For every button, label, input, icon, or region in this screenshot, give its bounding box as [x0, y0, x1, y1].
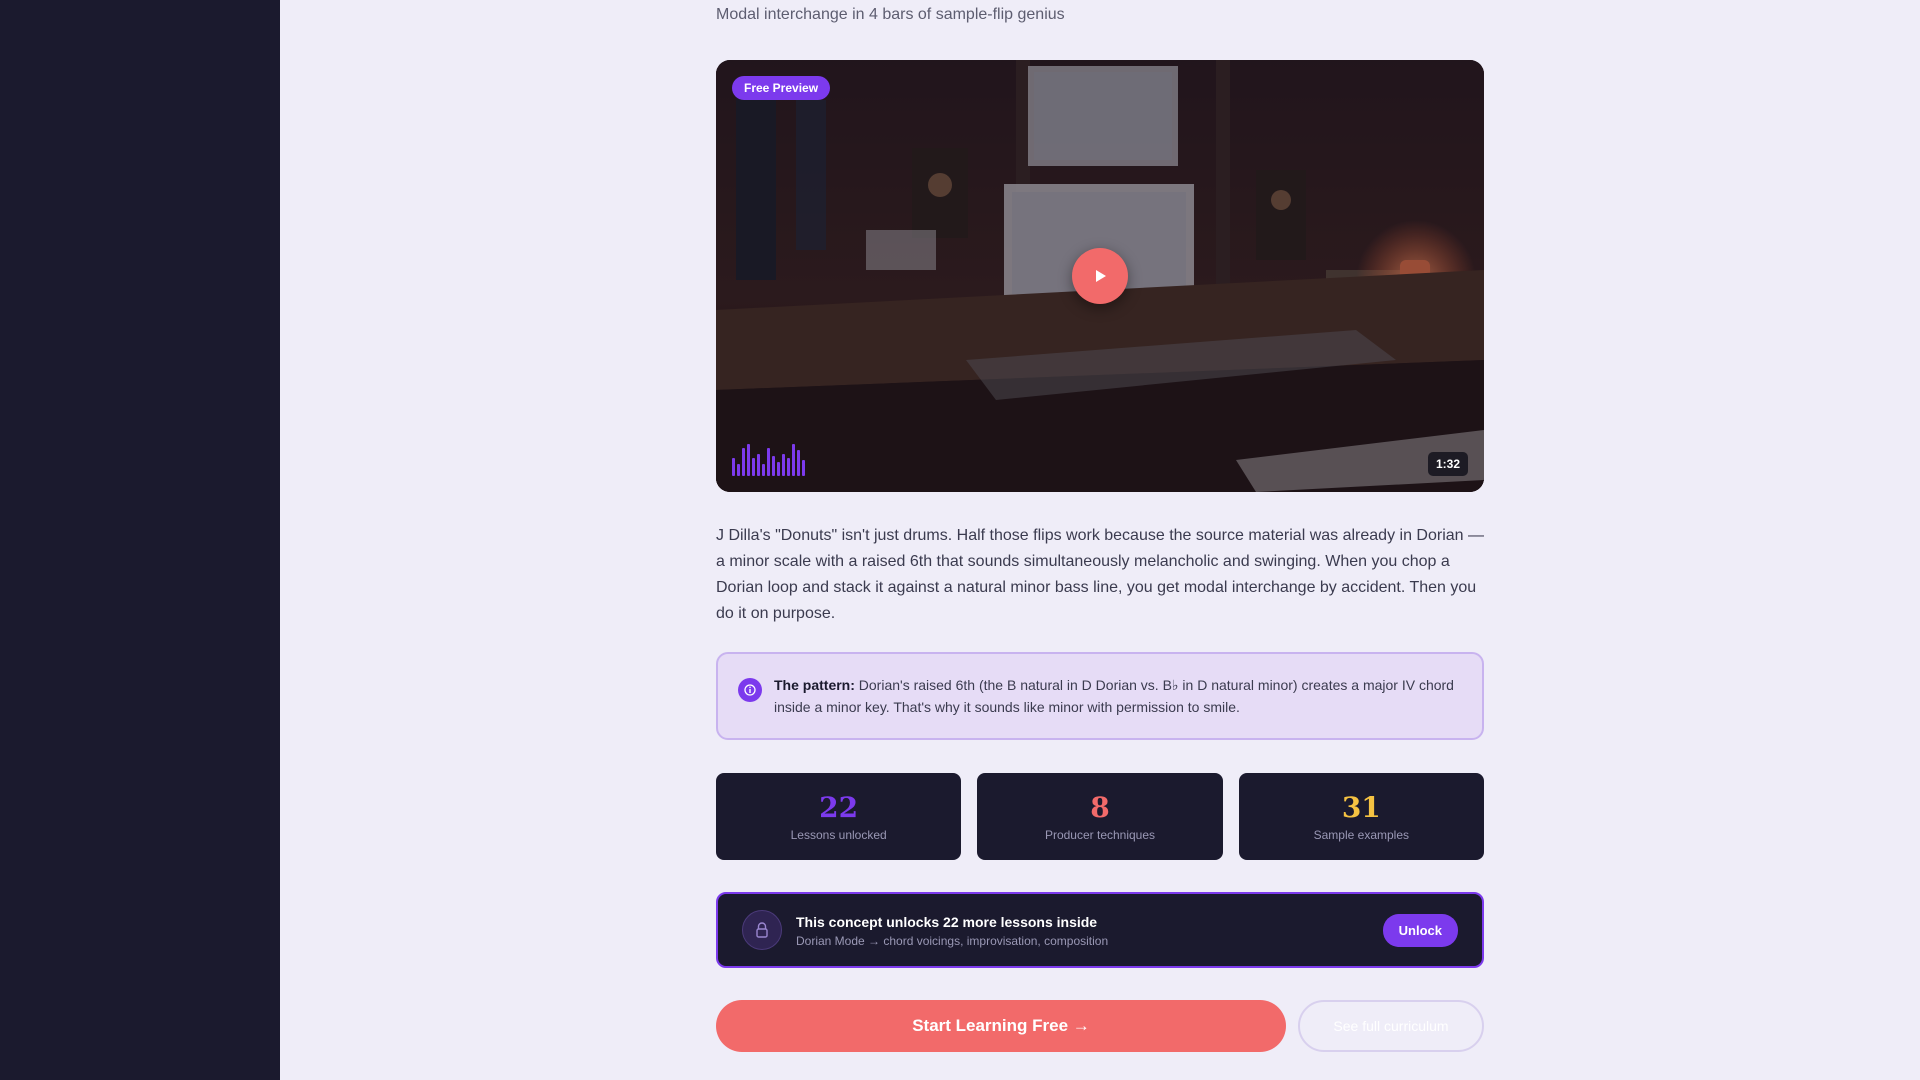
- pattern-callout: The pattern: Dorian's raised 6th (the B …: [716, 652, 1484, 740]
- callout-text: Dorian's raised 6th (the B natural in D …: [774, 677, 1454, 715]
- lesson-paragraph: J Dilla's "Donuts" isn't just drums. Hal…: [716, 527, 1484, 622]
- unlock-banner: This concept unlocks 22 more lessons ins…: [716, 892, 1484, 968]
- play-icon: [1096, 270, 1106, 282]
- waveform-bar: [747, 444, 750, 476]
- waveform-bar: [772, 456, 775, 476]
- unlock-button[interactable]: Unlock: [1382, 914, 1458, 947]
- unlock-subtitle: Dorian Mode → chord voicings, improvisat…: [796, 934, 1109, 948]
- info-icon: [738, 678, 762, 702]
- waveform-bar: [757, 454, 760, 476]
- waveform-bar: [797, 450, 800, 476]
- stat-card-samples: 31 Sample examples: [1238, 773, 1484, 860]
- waveform-bar: [777, 462, 780, 476]
- unlock-title: This concept unlocks 22 more lessons ins…: [796, 914, 1098, 930]
- waveform-bar: [737, 464, 740, 476]
- play-button[interactable]: [1072, 248, 1128, 304]
- waveform-bar: [787, 458, 790, 476]
- waveform-bar: [762, 464, 765, 476]
- stat-card-lessons: 22 Lessons unlocked: [716, 773, 962, 860]
- waveform-bar: [802, 460, 805, 476]
- stat-label: Producer techniques: [1044, 827, 1156, 842]
- stat-value: 8: [1090, 790, 1110, 824]
- stat-card-techniques: 8 Producer techniques: [977, 773, 1223, 860]
- stats-row: 22 Lessons unlocked 8 Producer technique…: [716, 773, 1484, 860]
- video-duration: 1:32: [1427, 452, 1468, 476]
- waveform-bar: [742, 448, 745, 476]
- stat-value: 22: [819, 790, 859, 824]
- stat-value: 31: [1341, 790, 1381, 824]
- waveform-bar: [732, 458, 735, 476]
- stat-label: Sample examples: [1313, 827, 1410, 842]
- callout-label: The pattern:: [774, 677, 855, 693]
- start-learning-button[interactable]: Start Learning Free →: [716, 1000, 1286, 1052]
- lock-icon: [742, 910, 782, 950]
- stat-label: Lessons unlocked: [790, 827, 887, 842]
- lesson-subtitle: Modal interchange in 4 bars of sample-fl…: [716, 6, 1065, 23]
- see-curriculum-button[interactable]: See full curriculum: [1298, 1000, 1484, 1052]
- video-player[interactable]: Free Preview 1:32: [716, 60, 1484, 492]
- waveform-bar: [752, 458, 755, 476]
- sidebar: [0, 0, 280, 1080]
- audio-waveform: [732, 436, 805, 476]
- waveform-bar: [767, 448, 770, 476]
- waveform-bar: [792, 444, 795, 476]
- free-preview-badge: Free Preview: [732, 76, 831, 100]
- waveform-bar: [782, 454, 785, 476]
